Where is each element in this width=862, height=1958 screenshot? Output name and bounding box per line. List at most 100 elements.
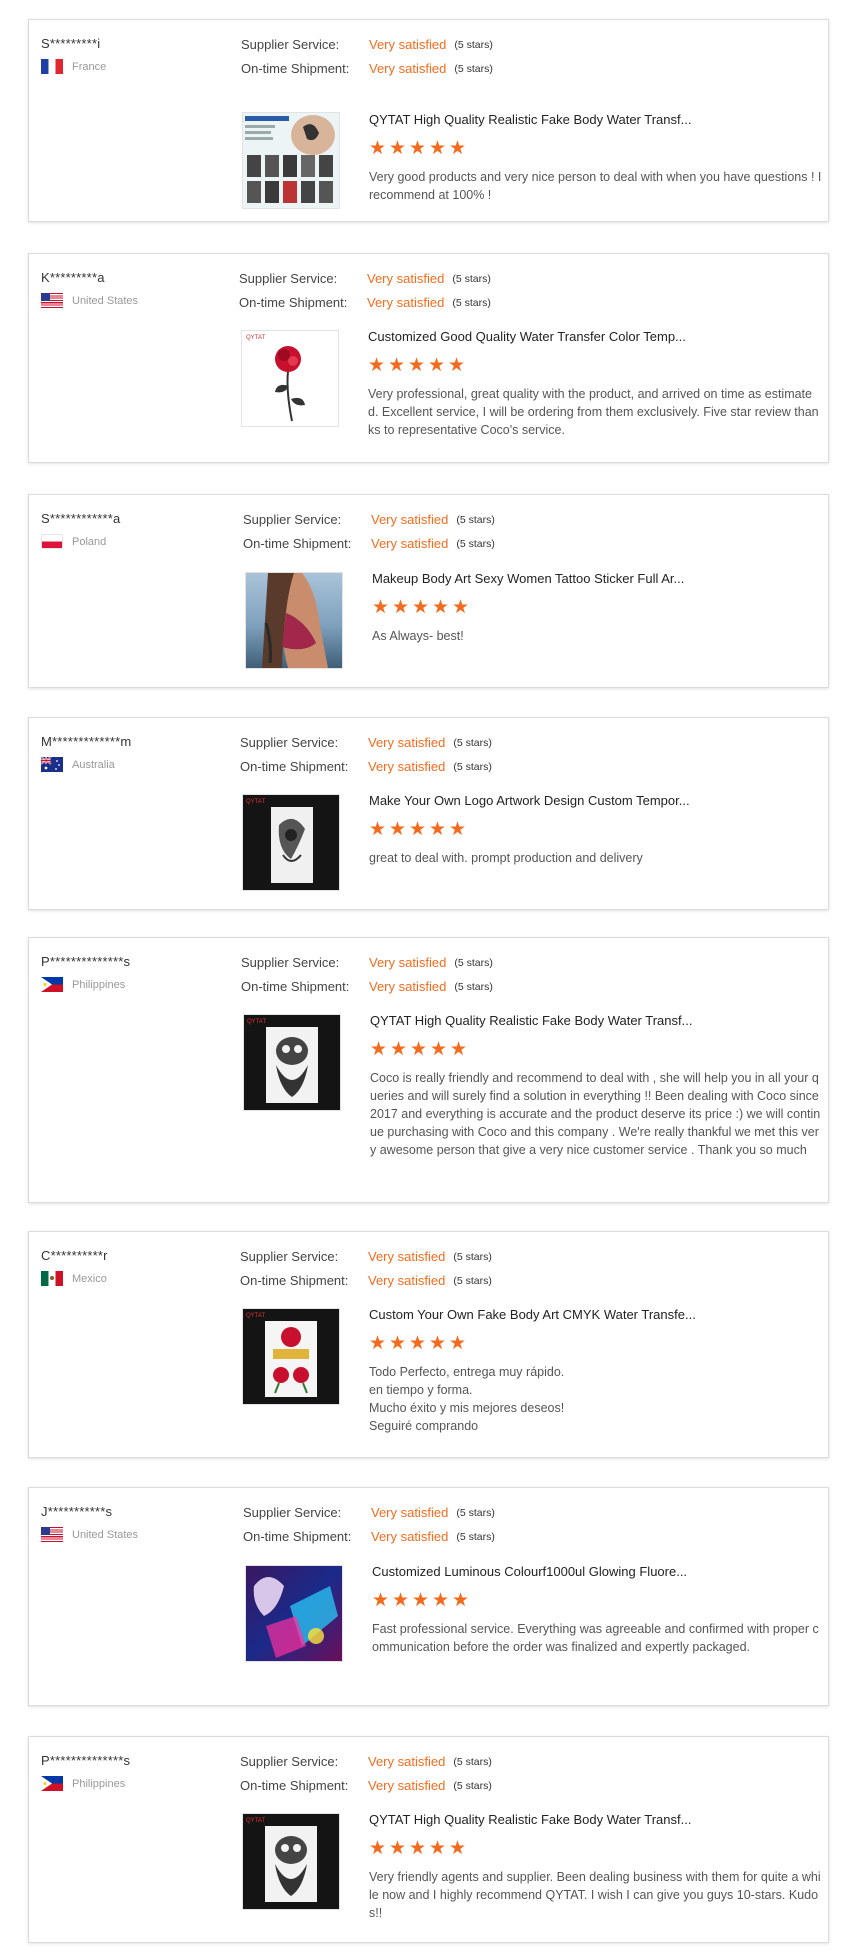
review-card: J***********s United States Supplier Ser… [28, 1487, 829, 1706]
star-icon: ★ [429, 1333, 447, 1354]
buyer-country: Poland [41, 534, 231, 549]
product-title[interactable]: Makeup Body Art Sexy Women Tattoo Sticke… [372, 571, 684, 586]
rating-label: On-time Shipment: [241, 61, 350, 76]
rating-label: On-time Shipment: [241, 979, 350, 994]
review-card: S************a Poland Supplier Service: … [28, 494, 829, 688]
rating-value: Very satisfied [368, 1754, 446, 1769]
rating-label: Supplier Service: [241, 955, 340, 970]
star-icon: ★ [449, 1333, 467, 1354]
rating-value: Very satisfied [371, 512, 449, 527]
buyer-info: P**************s Philippines [41, 954, 231, 992]
product-title[interactable]: Customized Good Quality Water Transfer C… [368, 329, 686, 344]
product-image[interactable]: QYTAT [242, 1813, 340, 1910]
rating-value: Very satisfied [368, 759, 446, 774]
product-image[interactable]: QYTAT [242, 1308, 340, 1405]
supplier-service-rating: Supplier Service: Very satisfied (5 star… [243, 1505, 495, 1520]
star-icon: ★ [368, 355, 386, 376]
star-icon: ★ [392, 1590, 410, 1611]
rating-stars-text: (5 stars) [453, 736, 492, 749]
rating-label: On-time Shipment: [239, 295, 348, 310]
rating-label: Supplier Service: [243, 512, 342, 527]
shipment-rating: On-time Shipment: Very satisfied (5 star… [241, 61, 493, 76]
star-icon: ★ [369, 1333, 387, 1354]
star-icon: ★ [389, 1333, 407, 1354]
product-title[interactable]: QYTAT High Quality Realistic Fake Body W… [370, 1013, 692, 1028]
buyer-country: France [41, 59, 231, 74]
review-card: C**********r Mexico Supplier Service: Ve… [28, 1231, 829, 1458]
shipment-rating: On-time Shipment: Very satisfied (5 star… [240, 759, 492, 774]
rating-value: Very satisfied [369, 37, 447, 52]
product-image[interactable]: QYTAT [243, 1014, 341, 1111]
star-icon: ★ [409, 1333, 427, 1354]
review-text: Very friendly agents and supplier. Been … [369, 1870, 821, 1920]
usa-flag-icon [41, 1527, 63, 1542]
shipment-rating: On-time Shipment: Very satisfied (5 star… [241, 979, 493, 994]
product-title[interactable]: Customized Luminous Colourf1000ul Glowin… [372, 1564, 687, 1579]
star-icon: ★ [428, 355, 446, 376]
shipment-rating: On-time Shipment: Very satisfied (5 star… [243, 536, 495, 551]
star-icon: ★ [409, 138, 427, 159]
star-icon: ★ [389, 1838, 407, 1859]
star-icon: ★ [369, 138, 387, 159]
rating-stars-text: (5 stars) [454, 38, 493, 51]
rating-value: Very satisfied [368, 1249, 446, 1264]
rating-value: Very satisfied [371, 1505, 449, 1520]
rating-label: Supplier Service: [241, 37, 340, 52]
star-icon: ★ [372, 1590, 390, 1611]
country-label: Philippines [72, 1777, 126, 1790]
rating-stars-text: (5 stars) [456, 513, 495, 526]
rating-stars-text: (5 stars) [453, 1250, 492, 1263]
star-icon: ★ [429, 819, 447, 840]
rating-value: Very satisfied [367, 271, 445, 286]
rating-value: Very satisfied [368, 735, 446, 750]
star-icon: ★ [409, 819, 427, 840]
svg-text:QYTAT: QYTAT [246, 1313, 265, 1319]
rating-stars-text: (5 stars) [452, 296, 491, 309]
product-image[interactable]: QYTAT [242, 794, 340, 891]
rating-stars-text: (5 stars) [453, 760, 492, 773]
rating-value: Very satisfied [371, 1529, 449, 1544]
product-title[interactable]: QYTAT High Quality Realistic Fake Body W… [369, 112, 691, 127]
product-title[interactable]: Make Your Own Logo Artwork Design Custom… [369, 793, 690, 808]
star-icon: ★ [410, 1039, 428, 1060]
product-title[interactable]: QYTAT High Quality Realistic Fake Body W… [369, 1812, 691, 1827]
product-image[interactable]: QYTAT [241, 330, 339, 427]
buyer-info: J***********s United States [41, 1504, 231, 1542]
star-icon: ★ [408, 355, 426, 376]
product-image[interactable] [245, 572, 343, 669]
review-card: S*********i France Supplier Service: Ver… [28, 19, 829, 222]
rating-label: On-time Shipment: [240, 1273, 349, 1288]
star-icon: ★ [389, 819, 407, 840]
svg-text:QYTAT: QYTAT [246, 1818, 265, 1824]
buyer-name: M*************m [41, 734, 132, 749]
rating-value: Very satisfied [369, 979, 447, 994]
product-title[interactable]: Custom Your Own Fake Body Art CMYK Water… [369, 1307, 696, 1322]
buyer-country: Philippines [41, 1776, 231, 1791]
star-icon: ★ [449, 819, 467, 840]
country-label: Poland [72, 535, 107, 548]
star-icon: ★ [409, 1838, 427, 1859]
philippines-flag-icon [41, 1776, 63, 1791]
review-text: Very professional, great quality with th… [368, 387, 819, 437]
review-text: Very good products and very nice person … [369, 170, 822, 202]
rating-stars-text: (5 stars) [453, 1779, 492, 1792]
star-rating: ★ ★ ★ ★ ★ [369, 820, 469, 840]
buyer-name: S*********i [41, 36, 101, 51]
rating-label: On-time Shipment: [240, 759, 349, 774]
svg-text:QYTAT: QYTAT [246, 335, 265, 341]
star-rating: ★ ★ ★ ★ ★ [372, 1591, 472, 1611]
product-image[interactable] [245, 1565, 343, 1662]
star-icon: ★ [372, 597, 390, 618]
svg-text:QYTAT: QYTAT [247, 1019, 266, 1025]
review-card: P**************s Philippines Supplier Se… [28, 1736, 829, 1943]
rating-stars-text: (5 stars) [456, 537, 495, 550]
product-image[interactable] [242, 112, 340, 209]
buyer-info: S************a Poland [41, 511, 231, 549]
star-icon: ★ [412, 597, 430, 618]
rating-label: Supplier Service: [240, 735, 339, 750]
shipment-rating: On-time Shipment: Very satisfied (5 star… [240, 1778, 492, 1793]
star-icon: ★ [390, 1039, 408, 1060]
review-line: Todo Perfecto, entrega muy rápido. [369, 1365, 565, 1379]
star-icon: ★ [449, 1838, 467, 1859]
australia-flag-icon [41, 757, 63, 772]
